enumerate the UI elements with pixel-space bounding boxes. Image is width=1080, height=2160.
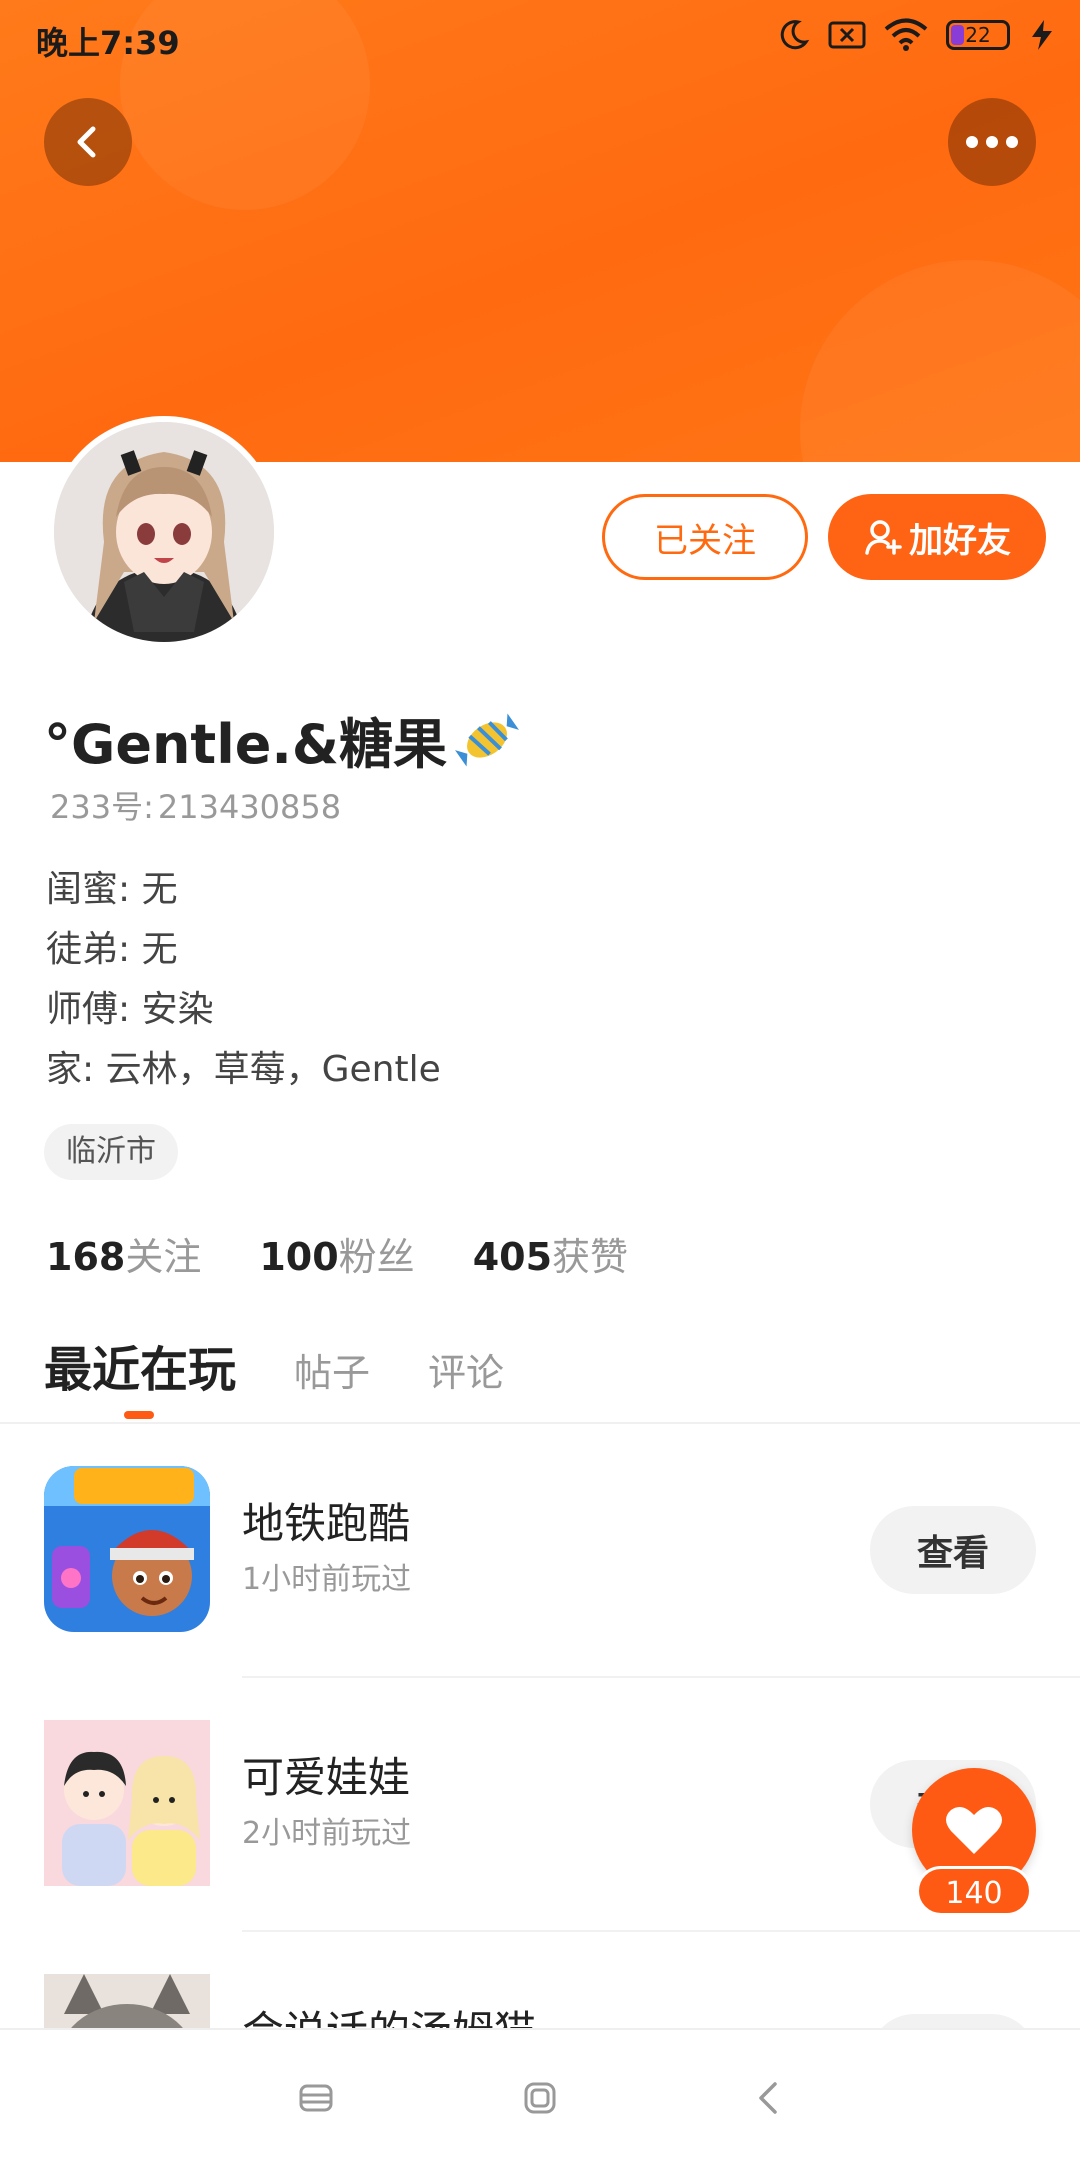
- tab-recent-play[interactable]: 最近在玩: [44, 1330, 236, 1400]
- stat-label: 粉丝: [338, 1235, 415, 1279]
- add-person-icon: [865, 520, 902, 555]
- info-row: 师傅: 安染: [46, 980, 441, 1040]
- stat-label: 关注: [125, 1235, 202, 1279]
- tab-posts[interactable]: 帖子: [294, 1342, 370, 1397]
- status-time: 晚上7:39: [36, 24, 180, 62]
- avatar[interactable]: [48, 416, 280, 648]
- system-nav-bar: [0, 2028, 1080, 2160]
- tab-comments[interactable]: 评论: [428, 1342, 504, 1397]
- back-icon: [77, 126, 96, 158]
- info-value: 云林，草莓，Gentle: [105, 1049, 441, 1090]
- game-last-played: 2小时前玩过: [242, 1816, 412, 1851]
- list-item[interactable]: 地铁跑酷 1小时前玩过 查看: [0, 1424, 1080, 1678]
- stat-number: 100: [259, 1235, 339, 1279]
- tab-indicator: [124, 1411, 154, 1419]
- stat-likes[interactable]: 405获赞: [473, 1226, 628, 1281]
- more-button[interactable]: [948, 98, 1036, 186]
- moon-icon: [780, 20, 810, 50]
- info-value: 安染: [141, 989, 214, 1030]
- info-label: 家:: [46, 1049, 95, 1090]
- back-button[interactable]: [44, 98, 132, 186]
- stat-fans[interactable]: 100粉丝: [259, 1226, 414, 1281]
- info-label: 闺蜜:: [46, 869, 131, 910]
- add-friend-button[interactable]: 加好友: [828, 494, 1046, 580]
- menu-button[interactable]: [288, 2070, 344, 2126]
- stat-number: 405: [472, 1235, 553, 1279]
- info-row: 闺蜜: 无: [46, 860, 441, 920]
- home-button[interactable]: [512, 2070, 568, 2126]
- profile-header: 晚上7:39 22: [0, 0, 1080, 462]
- wifi-icon: [884, 18, 928, 51]
- system-back-button[interactable]: [740, 2070, 796, 2126]
- game-icon-cute-dolls: [44, 1720, 210, 1886]
- info-row: 徒弟: 无: [46, 920, 441, 980]
- charging-icon: [1032, 20, 1052, 50]
- more-icon: [966, 136, 1018, 148]
- game-title: 可爱娃娃: [242, 1753, 411, 1802]
- name-row: °Gentle.&糖果: [44, 700, 519, 779]
- header-decoration: [800, 260, 1080, 462]
- stat-following[interactable]: 168关注: [46, 1226, 201, 1281]
- stat-label: 获赞: [552, 1235, 629, 1279]
- heart-icon: [946, 1806, 1002, 1854]
- candy-icon: [455, 712, 519, 767]
- followed-button[interactable]: 已关注: [602, 494, 808, 580]
- game-last-played: 1小时前玩过: [242, 1562, 412, 1597]
- stat-number: 168: [46, 1235, 126, 1279]
- game-icon-subway-surfers: [44, 1466, 210, 1632]
- info-value: 无: [141, 929, 178, 970]
- info-row: 家: 云林，草莓，Gentle: [46, 1040, 441, 1100]
- view-button[interactable]: 查看: [870, 1506, 1036, 1594]
- info-label: 师傅:: [46, 989, 131, 1030]
- info-value: 无: [141, 869, 178, 910]
- profile-tabs: 最近在玩 帖子 评论: [44, 1330, 504, 1400]
- battery-indicator: 22: [946, 20, 1010, 50]
- user-id-value: 213430858: [157, 788, 342, 826]
- avatar-image: [54, 422, 274, 642]
- sim-icon: [828, 21, 866, 49]
- like-count: 140: [916, 1866, 1032, 1916]
- menu-icon: [299, 2084, 333, 2112]
- status-bar: 晚上7:39 22: [0, 0, 1080, 76]
- back-nav-icon: [759, 2082, 777, 2114]
- stats: 168关注 100粉丝 405获赞: [46, 1226, 628, 1281]
- city-tag: 临沂市: [44, 1124, 178, 1180]
- battery-text: 22: [965, 23, 991, 47]
- user-id-label: 233号:: [50, 788, 154, 826]
- user-id: 233号: 213430858: [46, 782, 341, 828]
- add-friend-label: 加好友: [909, 520, 1011, 561]
- relationship-info: 闺蜜: 无 徒弟: 无 师傅: 安染 家: 云林，草莓，Gentle: [46, 860, 441, 1100]
- game-title: 地铁跑酷: [242, 1499, 411, 1548]
- status-icons: 22: [776, 18, 1056, 52]
- home-icon: [524, 2082, 556, 2114]
- user-name: °Gentle.&糖果: [44, 713, 447, 776]
- info-label: 徒弟:: [46, 929, 131, 970]
